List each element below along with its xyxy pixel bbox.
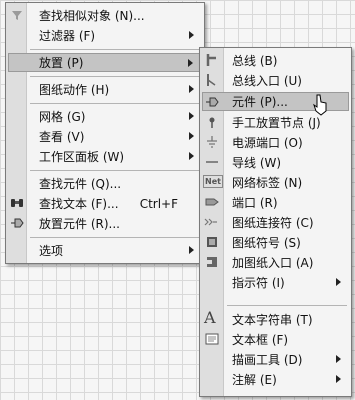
menu-item-find-component[interactable]: 查找元件 (Q)... [8,174,202,193]
menu-item-place[interactable]: 放置 (P) [8,53,202,72]
text-string-icon: A [204,308,216,327]
menu-item-notes[interactable]: 注解 (E) [202,370,349,389]
menu-item-label: 查看 (V) [39,130,85,144]
menu-item-label: 图纸符号 (S) [232,236,301,250]
menu-separator [30,103,200,104]
submenu-arrow-icon [336,355,341,363]
place-submenu: 总线 (B) 总线入口 (U) 元件 (P)... 手工放置节点 (J) 电源端… [199,47,352,397]
menu-separator [227,305,347,306]
submenu-arrow-icon [336,278,341,286]
menu-item-find-text[interactable]: 查找文本 (F)... Ctrl+F [8,194,202,213]
menu-separator [30,237,200,238]
component-plug-icon [11,218,24,228]
submenu-arrow-icon [189,31,194,39]
menu-item-grid[interactable]: 网格 (G) [8,107,202,126]
component-plug-icon [206,97,219,107]
menu-item-label: 导线 (W) [232,156,282,170]
menu-item-label: 放置 (P) [39,56,84,70]
menu-item-label: 描画工具 (D) [232,353,303,367]
menu-item-sheet-symbol[interactable]: 图纸符号 (S) [202,233,349,252]
menu-item-label: 总线入口 (U) [232,74,302,88]
menu-item-label: 查找元件 (Q)... [39,177,122,191]
menu-item-net-label[interactable]: Net 网络标签 (N) [202,173,349,192]
menu-item-label: 图纸连接符 (C) [232,216,314,230]
menu-item-text-frame[interactable]: 文本框 (F) [202,330,349,349]
menu-item-component[interactable]: 元件 (P)... [202,92,349,116]
menu-separator [30,76,200,77]
menu-item-options[interactable]: 选项 [8,241,202,260]
menu-item-bus[interactable]: 总线 (B) [202,51,349,70]
menu-item-label: 网络标签 (N) [232,176,303,190]
junction-icon [209,117,215,128]
off-sheet-connector-icon [204,218,217,226]
context-menu: 查找相似对象 (N)... 过滤器 (F) 放置 (P) 图纸动作 (H) 网格… [5,2,205,264]
sheet-symbol-icon [207,237,217,247]
bus-entry-icon [207,74,216,86]
menu-item-workspace-panels[interactable]: 工作区面板 (W) [8,147,202,166]
menu-item-label: 文本字符串 (T) [232,313,313,327]
menu-item-find-similar[interactable]: 查找相似对象 (N)... [8,6,202,25]
menu-item-add-sheet-entry[interactable]: 加图纸入口 (A) [202,253,349,272]
menu-item-label: 工作区面板 (W) [39,150,125,164]
menu-item-label: 元件 (P)... [232,95,288,109]
menu-item-drawing-tools[interactable]: 描画工具 (D) [202,350,349,369]
submenu-arrow-icon [189,246,194,254]
submenu-arrow-icon [189,152,194,160]
menu-item-bus-entry[interactable]: 总线入口 (U) [202,71,349,90]
menu-item-manual-junction[interactable]: 手工放置节点 (J) [202,113,349,132]
menu-item-label: 加图纸入口 (A) [232,256,314,270]
funnel-icon [12,11,22,20]
menu-item-label: 网格 (G) [39,110,86,124]
menu-item-label: 总线 (B) [232,54,278,68]
menu-item-label: 指示符 (I) [232,276,285,290]
submenu-arrow-icon [189,85,194,93]
submenu-arrow-icon [189,112,194,120]
menu-item-port[interactable]: 端口 (R) [202,193,349,212]
menu-separator [30,49,200,50]
menu-item-label: 文本框 (F) [232,333,289,347]
menu-item-place-component[interactable]: 放置元件 (R)... [8,214,202,233]
binoculars-icon [11,199,23,207]
menu-item-label: 注解 (E) [232,373,277,387]
menu-item-power-port[interactable]: 电源端口 (O) [202,133,349,152]
menu-item-label: 过滤器 (F) [39,29,96,43]
menu-item-label: 查找相似对象 (N)... [39,9,145,23]
menu-separator [30,170,200,171]
menu-item-directives[interactable]: 指示符 (I) [202,273,349,292]
menu-item-view[interactable]: 查看 (V) [8,127,202,146]
menu-item-filter[interactable]: 过滤器 (F) [8,26,202,45]
bus-icon [206,54,216,66]
menu-item-label: 图纸动作 (H) [39,83,110,97]
port-icon [205,198,219,206]
menu-item-label: 手工放置节点 (J) [232,116,321,130]
shortcut-label: Ctrl+F [139,196,178,211]
sheet-entry-icon [207,257,217,267]
menu-item-wire[interactable]: 导线 (W) [202,153,349,172]
menu-item-label: 选项 [39,244,64,258]
submenu-arrow-icon [188,59,193,67]
menu-item-text-string[interactable]: A 文本字符串 (T) [202,308,349,329]
power-port-icon [207,136,217,148]
menu-item-off-sheet-connector[interactable]: 图纸连接符 (C) [202,213,349,232]
wire-icon [206,161,218,163]
menu-item-sheet-actions[interactable]: 图纸动作 (H) [8,80,202,99]
menu-item-label: 电源端口 (O) [232,136,303,150]
menu-item-label: 放置元件 (R)... [39,217,120,231]
menu-item-label: 端口 (R) [232,196,278,210]
menu-item-label: 查找文本 (F)... [39,197,119,211]
net-label-icon: Net [203,175,223,188]
text-frame-icon [205,333,219,345]
submenu-arrow-icon [336,375,341,383]
submenu-arrow-icon [189,132,194,140]
